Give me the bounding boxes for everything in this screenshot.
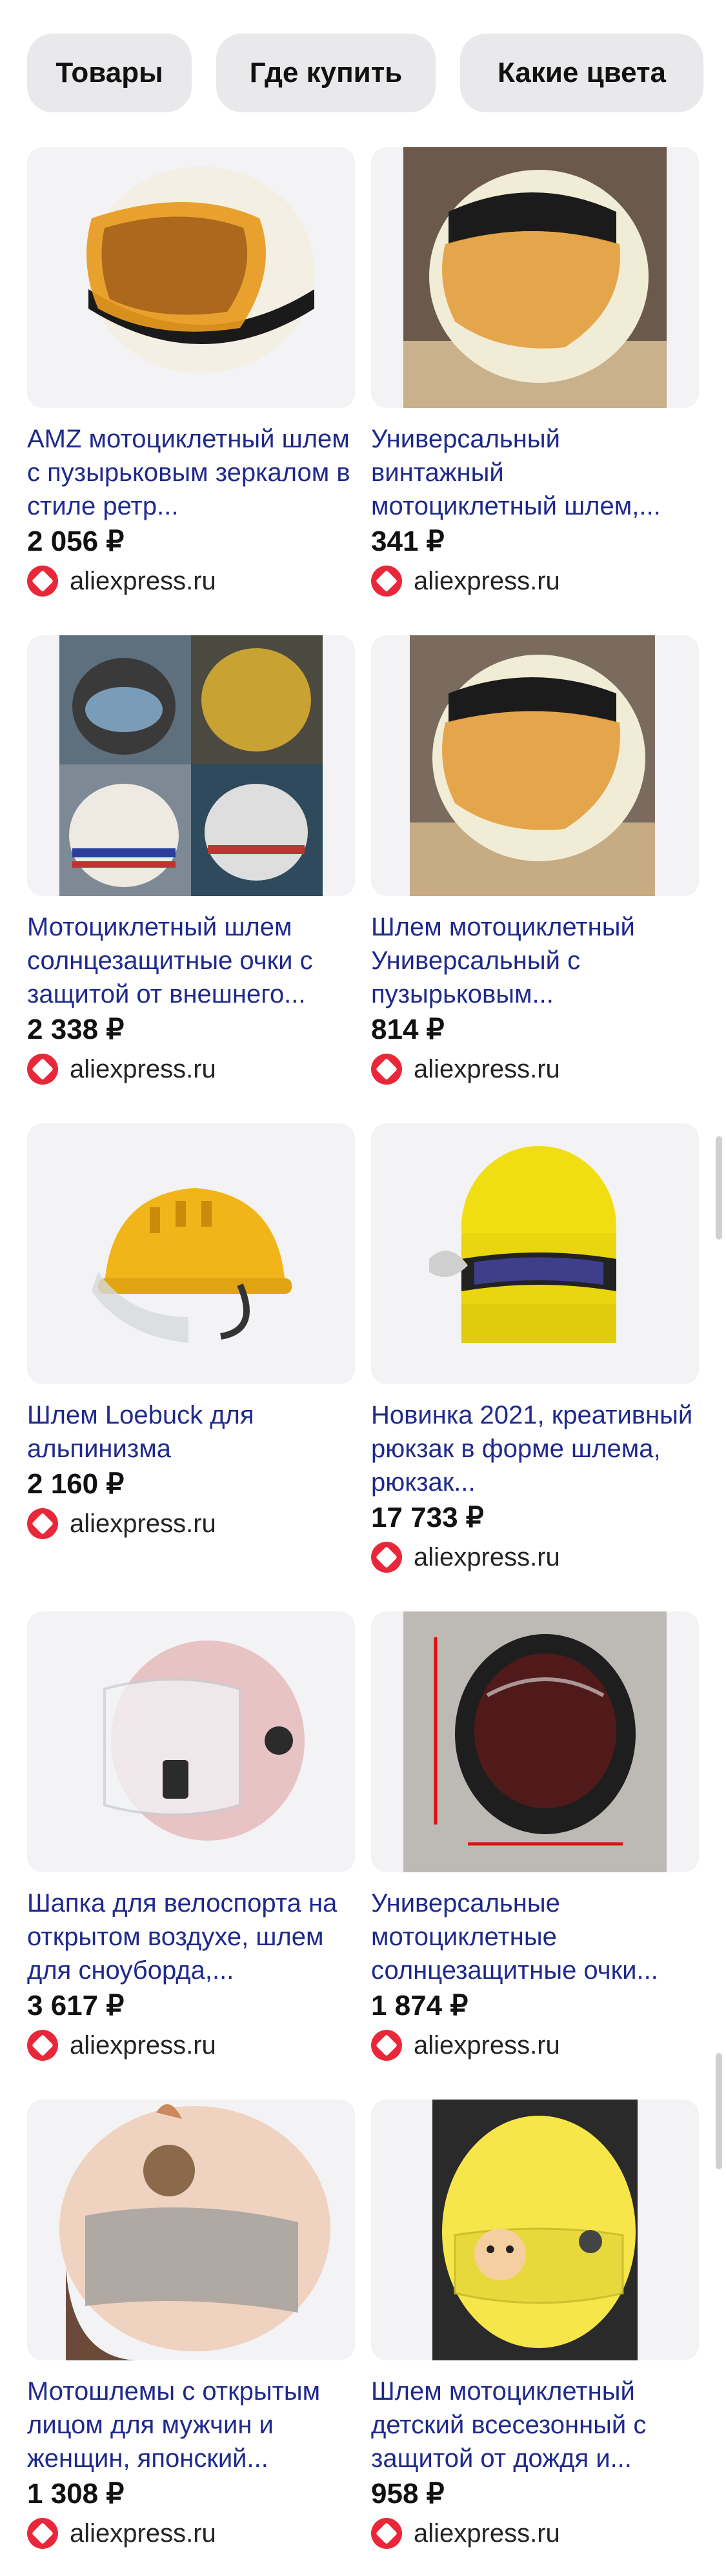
product-card[interactable]: Универсальный винтажный мотоциклетный шл… — [371, 147, 699, 635]
product-price: 17 733 ₽ — [371, 1502, 484, 1533]
product-title[interactable]: Шлем Loebuck для альпинизма — [27, 1398, 355, 1466]
product-price: 341 ₽ — [371, 526, 445, 557]
product-price: 3 617 ₽ — [27, 1990, 125, 2021]
shop-name: aliexpress.ru — [70, 1054, 216, 1083]
product-image[interactable] — [371, 1123, 699, 1384]
product-title[interactable]: Мотошлемы с открытым лицом для мужчин и … — [27, 2375, 355, 2475]
product-price: 1 308 ₽ — [27, 2478, 125, 2510]
chip-where-to-buy[interactable]: Где купить — [216, 34, 436, 112]
product-image[interactable] — [27, 1123, 355, 1384]
product-image[interactable] — [371, 1611, 699, 1872]
product-card[interactable]: Шлем мотоциклетный Универсальный с пузыр… — [371, 635, 699, 1123]
product-price: 2 338 ₽ — [27, 1014, 125, 1045]
product-price: 2 056 ₽ — [27, 526, 125, 557]
product-title[interactable]: Новинка 2021, креативный рюкзак в форме … — [371, 1398, 699, 1499]
scrollbar[interactable] — [716, 2053, 722, 2169]
shop-name: aliexpress.ru — [70, 1509, 216, 1538]
product-image[interactable] — [27, 2100, 355, 2360]
product-price: 958 ₽ — [371, 2478, 445, 2510]
shop-info[interactable]: aliexpress.ru — [371, 1054, 699, 1085]
product-title[interactable]: Шлем мотоциклетный Универсальный с пузыр… — [371, 910, 699, 1011]
product-card[interactable]: Шлем мотоциклетный детский всесезонный с… — [371, 2100, 699, 2576]
shop-name: aliexpress.ru — [70, 2519, 216, 2548]
aliexpress-logo-icon — [371, 1054, 402, 1085]
aliexpress-logo-icon — [371, 2518, 402, 2549]
product-title[interactable]: Мотоциклетный шлем солнцезащитные очки с… — [27, 910, 355, 1011]
aliexpress-logo-icon — [371, 1542, 402, 1573]
scrollbar[interactable] — [716, 1136, 722, 1240]
product-title[interactable]: Шапка для велоспорта на открытом воздухе… — [27, 1886, 355, 1987]
product-card[interactable]: Новинка 2021, креативный рюкзак в форме … — [371, 1123, 699, 1611]
shop-name: aliexpress.ru — [414, 566, 560, 595]
product-card[interactable]: Мотошлемы с открытым лицом для мужчин и … — [27, 2100, 355, 2576]
shop-info[interactable]: aliexpress.ru — [371, 2518, 699, 2549]
product-card[interactable]: Мотоциклетный шлем солнцезащитные очки с… — [27, 635, 355, 1123]
aliexpress-logo-icon — [27, 1508, 58, 1539]
shop-name: aliexpress.ru — [414, 1054, 560, 1083]
product-title[interactable]: Универсальный винтажный мотоциклетный шл… — [371, 422, 699, 523]
product-price: 1 874 ₽ — [371, 1990, 469, 2021]
product-image[interactable] — [27, 147, 355, 408]
product-title[interactable]: AMZ мотоциклетный шлем с пузырьковым зер… — [27, 422, 355, 523]
shop-info[interactable]: aliexpress.ru — [27, 566, 355, 597]
product-card[interactable]: AMZ мотоциклетный шлем с пузырьковым зер… — [27, 147, 355, 635]
aliexpress-logo-icon — [27, 566, 58, 597]
product-title[interactable]: Шлем мотоциклетный детский всесезонный с… — [371, 2375, 699, 2475]
product-grid: AMZ мотоциклетный шлем с пузырьковым зер… — [27, 147, 699, 2576]
product-card[interactable]: Универсальные мотоциклетные солнцезащитн… — [371, 1611, 699, 2100]
product-image[interactable] — [27, 635, 355, 896]
shop-info[interactable]: aliexpress.ru — [27, 1508, 355, 1539]
product-card[interactable]: Шлем Loebuck для альпинизма 2 160 ₽ alie… — [27, 1123, 355, 1611]
aliexpress-logo-icon — [371, 2030, 402, 2061]
aliexpress-logo-icon — [371, 566, 402, 597]
product-price: 814 ₽ — [371, 1014, 445, 1045]
product-title[interactable]: Универсальные мотоциклетные солнцезащитн… — [371, 1886, 699, 1987]
shop-info[interactable]: aliexpress.ru — [371, 2030, 699, 2061]
aliexpress-logo-icon — [27, 1054, 58, 1085]
aliexpress-logo-icon — [27, 2518, 58, 2549]
product-image[interactable] — [371, 147, 699, 408]
shop-name: aliexpress.ru — [70, 566, 216, 595]
shop-info[interactable]: aliexpress.ru — [371, 1542, 699, 1573]
chip-products[interactable]: Товары — [27, 34, 192, 112]
chip-colors[interactable]: Какие цвета — [460, 34, 703, 112]
shop-name: aliexpress.ru — [414, 2519, 560, 2548]
product-image[interactable] — [371, 2100, 699, 2360]
shop-name: aliexpress.ru — [414, 1542, 560, 1571]
shop-info[interactable]: aliexpress.ru — [371, 566, 699, 597]
shop-info[interactable]: aliexpress.ru — [27, 2030, 355, 2061]
shop-name: aliexpress.ru — [70, 2030, 216, 2060]
product-image[interactable] — [27, 1611, 355, 1872]
product-price: 2 160 ₽ — [27, 1468, 125, 1500]
shop-info[interactable]: aliexpress.ru — [27, 2518, 355, 2549]
product-card[interactable]: Шапка для велоспорта на открытом воздухе… — [27, 1611, 355, 2100]
shop-name: aliexpress.ru — [414, 2030, 560, 2060]
aliexpress-logo-icon — [27, 2030, 58, 2061]
shop-info[interactable]: aliexpress.ru — [27, 1054, 355, 1085]
product-image[interactable] — [371, 635, 699, 896]
filter-chips: Товары Где купить Какие цвета — [27, 34, 703, 112]
